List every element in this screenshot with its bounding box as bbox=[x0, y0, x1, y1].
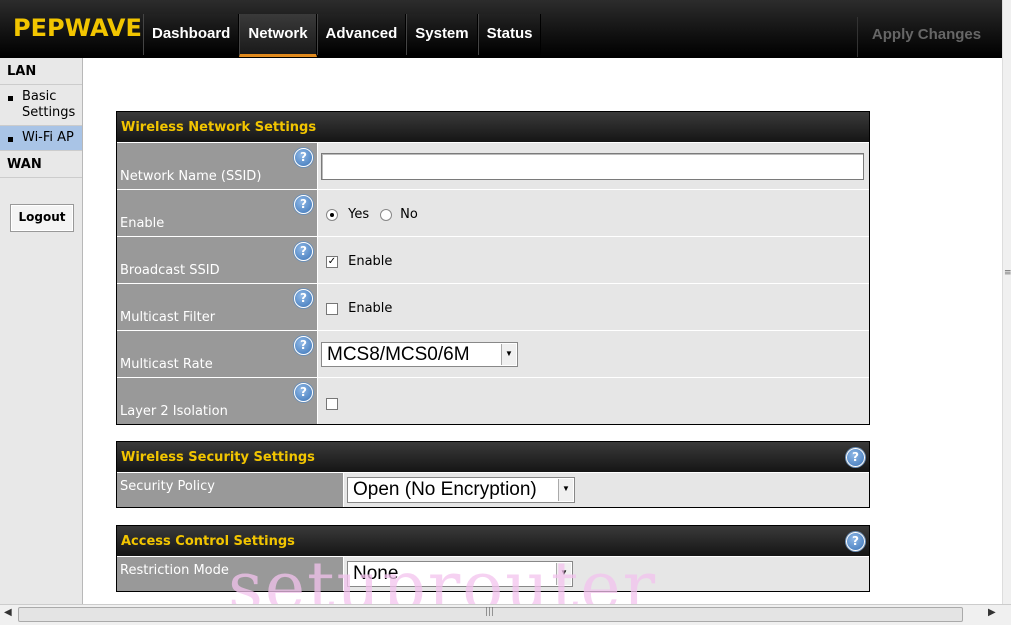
tab-dashboard[interactable]: Dashboard bbox=[143, 14, 240, 55]
multicast-rate-row: Multicast Rate ? MCS8/MCS0/6M ▼ bbox=[117, 330, 869, 377]
wireless-security-settings-panel: Wireless Security Settings ? Security Po… bbox=[116, 441, 870, 508]
layer2-isolation-checkbox[interactable] bbox=[326, 397, 338, 410]
multicast-filter-checkbox[interactable] bbox=[326, 302, 338, 315]
tab-advanced[interactable]: Advanced bbox=[316, 14, 407, 55]
top-navigation-bar: PEPWAVE Dashboard Network Advanced Syste… bbox=[0, 0, 1002, 58]
sidebar-item-wifi-ap[interactable]: Wi-Fi AP bbox=[0, 126, 82, 151]
security-policy-value: Open (No Encryption) bbox=[353, 479, 537, 500]
horizontal-scrollbar[interactable]: ◀ ||| ▶ bbox=[0, 604, 1011, 625]
enable-label: Enable bbox=[120, 216, 165, 231]
sidebar: LAN Basic Settings Wi-Fi AP WAN Logout bbox=[0, 58, 83, 604]
scroll-grip-icon: ≡ bbox=[1004, 268, 1011, 278]
help-question-icon[interactable]: ? bbox=[294, 383, 313, 402]
help-question-icon[interactable]: ? bbox=[846, 532, 865, 551]
restriction-mode-label: Restriction Mode bbox=[120, 563, 229, 578]
scroll-grip-icon: ||| bbox=[485, 607, 495, 617]
broadcast-ssid-label: Broadcast SSID bbox=[120, 263, 220, 278]
sidebar-heading-wan[interactable]: WAN bbox=[0, 151, 82, 178]
vertical-scrollbar[interactable]: ≡ bbox=[1002, 0, 1011, 604]
multicast-filter-label: Multicast Filter bbox=[120, 310, 216, 325]
arrow-right-icon[interactable]: ▶ bbox=[988, 607, 996, 618]
help-question-icon[interactable]: ? bbox=[294, 242, 313, 261]
chevron-down-icon: ▼ bbox=[501, 344, 516, 365]
help-question-icon[interactable]: ? bbox=[294, 148, 313, 167]
bullet-icon bbox=[8, 96, 13, 101]
panel-title: Wireless Security Settings bbox=[121, 450, 315, 465]
wireless-network-settings-panel: Wireless Network Settings Network Name (… bbox=[116, 111, 870, 425]
panel-title: Access Control Settings bbox=[121, 534, 295, 549]
layer2-isolation-label: Layer 2 Isolation bbox=[120, 404, 228, 419]
sidebar-item-label: Wi-Fi AP bbox=[22, 130, 74, 145]
enable-no-radio[interactable] bbox=[380, 208, 392, 221]
tab-status[interactable]: Status bbox=[477, 14, 542, 55]
ssid-input[interactable] bbox=[321, 153, 864, 180]
sidebar-heading-lan: LAN bbox=[0, 58, 82, 85]
enable-row: Enable ? Yes No bbox=[117, 189, 869, 236]
multicast-rate-select[interactable]: MCS8/MCS0/6M ▼ bbox=[321, 342, 518, 367]
enable-yes-radio[interactable] bbox=[326, 208, 338, 221]
broadcast-ssid-row: Broadcast SSID ? ✓ Enable bbox=[117, 236, 869, 283]
tab-network[interactable]: Network bbox=[239, 14, 317, 57]
main-nav: Dashboard Network Advanced System Status bbox=[143, 14, 542, 57]
layer2-isolation-row: Layer 2 Isolation ? bbox=[117, 377, 869, 424]
sidebar-item-label: Basic Settings bbox=[22, 89, 76, 120]
enable-no-label: No bbox=[400, 207, 418, 222]
horizontal-scroll-thumb[interactable]: ||| bbox=[18, 607, 963, 622]
security-policy-row: Security Policy Open (No Encryption) ▼ bbox=[117, 472, 869, 507]
help-question-icon[interactable]: ? bbox=[846, 448, 865, 467]
help-question-icon[interactable]: ? bbox=[294, 195, 313, 214]
arrow-left-icon[interactable]: ◀ bbox=[4, 607, 12, 618]
broadcast-ssid-checkbox[interactable]: ✓ bbox=[326, 255, 338, 268]
logout-button[interactable]: Logout bbox=[10, 204, 74, 232]
multicast-filter-check-label: Enable bbox=[348, 301, 393, 316]
ssid-row: Network Name (SSID) ? bbox=[117, 142, 869, 189]
security-policy-select[interactable]: Open (No Encryption) ▼ bbox=[347, 477, 575, 503]
chevron-down-icon: ▼ bbox=[558, 479, 573, 501]
security-policy-label: Security Policy bbox=[120, 479, 215, 494]
sidebar-item-basic-settings[interactable]: Basic Settings bbox=[0, 85, 82, 126]
help-question-icon[interactable]: ? bbox=[294, 289, 313, 308]
multicast-rate-label: Multicast Rate bbox=[120, 357, 213, 372]
ssid-label: Network Name (SSID) bbox=[120, 169, 262, 184]
enable-yes-label: Yes bbox=[348, 207, 370, 222]
help-question-icon[interactable]: ? bbox=[294, 336, 313, 355]
bullet-icon bbox=[8, 137, 13, 142]
tab-system[interactable]: System bbox=[406, 14, 478, 55]
pepwave-logo: PEPWAVE bbox=[13, 14, 142, 42]
multicast-rate-value: MCS8/MCS0/6M bbox=[327, 344, 470, 365]
panel-title: Wireless Network Settings bbox=[117, 112, 869, 142]
multicast-filter-row: Multicast Filter ? Enable bbox=[117, 283, 869, 330]
broadcast-ssid-check-label: Enable bbox=[348, 254, 393, 269]
apply-changes-button[interactable]: Apply Changes bbox=[857, 17, 995, 57]
